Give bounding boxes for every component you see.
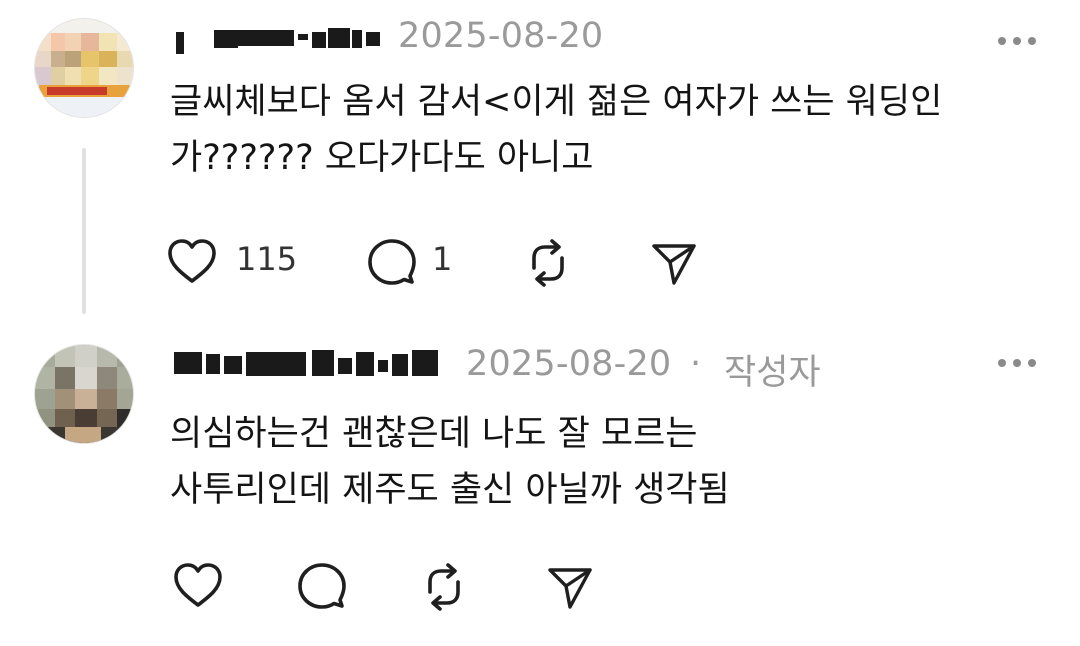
more-options-button[interactable] <box>992 348 1042 378</box>
comment-icon <box>368 239 416 285</box>
reply-button[interactable] <box>296 556 356 616</box>
more-horizontal-icon <box>998 37 1006 45</box>
reply-button[interactable]: 1 <box>366 232 466 292</box>
post-timestamp: 2025-08-20 <box>466 344 672 384</box>
comment-icon <box>298 563 346 609</box>
send-icon <box>652 244 696 285</box>
thread-line <box>82 148 86 314</box>
repost-icon <box>532 239 564 287</box>
username-redacted[interactable] <box>172 24 384 54</box>
meta-separator: · <box>690 344 702 384</box>
post-body: 글씨체보다 옴서 감서<이게 젊은 여자가 쓰는 워딩인 가?????? 오다가… <box>170 74 1050 186</box>
post-text-line: 가?????? 오다가다도 아니고 <box>170 138 594 178</box>
repost-button[interactable] <box>522 232 582 292</box>
post-text-line: 글씨체보다 옴서 감서<이게 젊은 여자가 쓰는 워딩인 <box>170 82 943 122</box>
pixelated-avatar-icon <box>35 345 133 443</box>
comment-post: 2025-08-20 글씨체보다 옴서 감서<이게 젊은 여자가 쓰는 워딩인 … <box>0 0 1080 320</box>
share-button[interactable] <box>546 556 606 616</box>
post-timestamp: 2025-08-20 <box>398 16 604 56</box>
username-redacted[interactable] <box>172 346 452 376</box>
avatar[interactable] <box>34 344 134 444</box>
comment-post: 2025-08-20 · 작성자 의심하는건 괜찮은데 나도 잘 모르는 사투리… <box>0 330 1080 646</box>
heart-icon <box>168 239 216 283</box>
post-text-line: 의심하는건 괜찮은데 나도 잘 모르는 <box>170 414 698 454</box>
share-button[interactable] <box>650 232 710 292</box>
post-body: 의심하는건 괜찮은데 나도 잘 모르는 사투리인데 제주도 출신 아닐까 생각됨 <box>170 406 1050 518</box>
avatar[interactable] <box>34 18 134 118</box>
post-text-line: 사투리인데 제주도 출신 아닐까 생각됨 <box>170 470 730 510</box>
like-count: 115 <box>236 240 298 278</box>
like-button[interactable]: 115 <box>166 232 306 292</box>
heart-icon <box>174 563 222 607</box>
send-icon <box>548 568 592 609</box>
more-options-button[interactable] <box>992 26 1042 56</box>
pixelated-avatar-icon <box>35 19 133 117</box>
more-horizontal-icon <box>998 359 1006 367</box>
like-button[interactable] <box>172 556 232 616</box>
reply-count: 1 <box>432 240 453 278</box>
repost-icon <box>428 563 460 611</box>
author-badge: 작성자 <box>724 353 821 393</box>
repost-button[interactable] <box>418 556 478 616</box>
